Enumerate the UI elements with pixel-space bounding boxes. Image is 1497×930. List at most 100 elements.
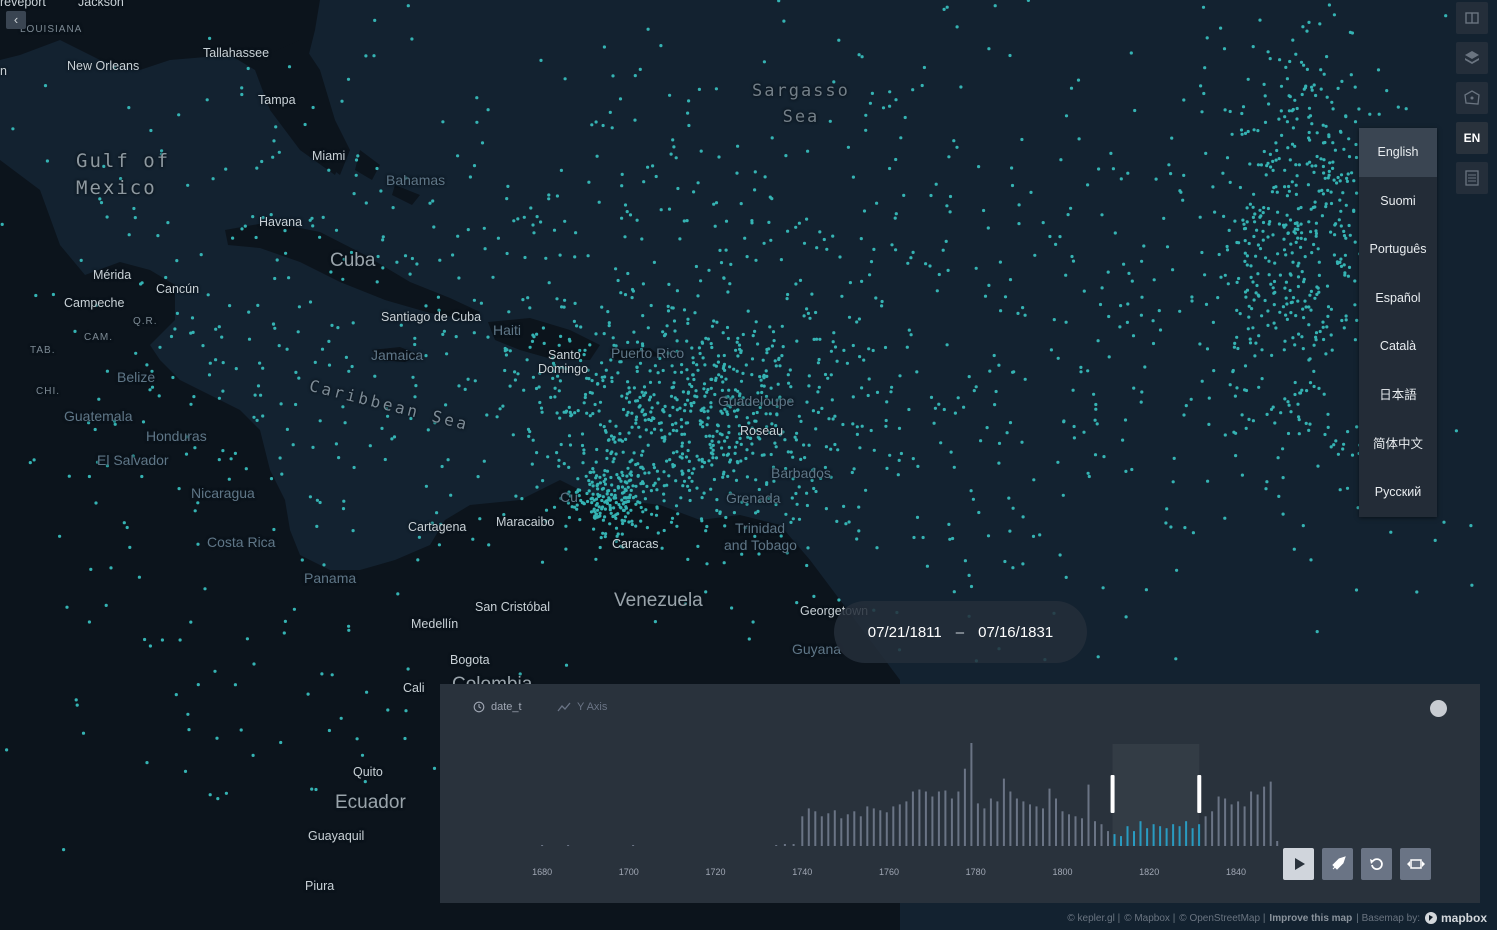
data-point — [1315, 630, 1319, 634]
data-point — [1140, 390, 1144, 394]
data-point — [726, 336, 731, 341]
language-option-suomi[interactable]: Suomi — [1359, 177, 1437, 226]
data-point — [1260, 377, 1264, 381]
draw-polygon-button[interactable] — [1456, 82, 1488, 114]
data-point — [799, 457, 803, 461]
data-point — [552, 228, 557, 232]
data-point — [806, 149, 810, 153]
data-point — [1261, 211, 1265, 215]
data-point — [722, 453, 726, 457]
data-point — [620, 491, 625, 495]
data-point — [1319, 87, 1323, 91]
data-point — [442, 329, 446, 333]
data-point — [1256, 272, 1260, 276]
language-label: EN — [1463, 131, 1481, 145]
place-label-cuba: Cuba — [330, 250, 376, 271]
language-option-catala[interactable]: Català — [1359, 322, 1437, 371]
map-stage[interactable]: reveport Jackson LOUISIANA Tallahassee New O… — [0, 0, 1497, 930]
data-point — [615, 473, 619, 477]
reset-button[interactable] — [1361, 848, 1392, 880]
split-map-button[interactable] — [1456, 2, 1488, 34]
x-tick-label: 1780 — [966, 867, 986, 877]
data-point — [525, 358, 529, 362]
language-option-portugues[interactable]: Português — [1359, 225, 1437, 274]
data-point — [640, 453, 644, 457]
data-point — [375, 280, 379, 284]
histogram-bar — [905, 801, 908, 846]
osm-attribution-link[interactable]: © OpenStreetMap | — [1179, 913, 1265, 924]
data-point — [714, 87, 719, 91]
speed-button[interactable] — [1322, 848, 1353, 880]
data-point — [807, 443, 811, 447]
data-point — [603, 429, 608, 433]
data-point — [1252, 234, 1256, 239]
data-point — [1256, 243, 1260, 247]
data-point — [555, 297, 559, 301]
data-point — [1100, 213, 1104, 217]
data-point — [807, 374, 811, 378]
draw-polygon-icon — [1464, 90, 1480, 105]
data-point — [1169, 525, 1173, 529]
selection-handle-right[interactable] — [1197, 775, 1202, 813]
data-point — [1376, 68, 1381, 72]
data-point — [944, 239, 948, 243]
data-point — [670, 516, 675, 520]
data-point — [747, 637, 751, 641]
language-option-chinese[interactable]: 简体中文 — [1359, 420, 1437, 469]
data-point — [1298, 391, 1303, 395]
data-point — [769, 452, 773, 457]
data-point — [730, 606, 734, 610]
data-point — [563, 298, 567, 302]
data-point — [662, 492, 666, 496]
kepler-attribution-link[interactable]: © kepler.gl | — [1067, 913, 1120, 924]
legend-button[interactable] — [1456, 162, 1488, 194]
play-button[interactable] — [1283, 848, 1314, 880]
data-point — [594, 460, 598, 464]
data-point — [636, 473, 640, 478]
data-point — [786, 229, 790, 233]
data-point — [724, 377, 728, 381]
data-point — [1309, 308, 1313, 312]
data-point — [596, 382, 600, 386]
layer-stack-button[interactable] — [1456, 42, 1488, 74]
mapbox-attribution-link[interactable]: © Mapbox | — [1124, 913, 1175, 924]
language-option-espanol[interactable]: Español — [1359, 274, 1437, 323]
improve-map-link[interactable]: Improve this map — [1269, 913, 1352, 924]
data-point — [507, 310, 511, 314]
data-point — [1318, 329, 1322, 334]
animation-window-button[interactable] — [1400, 848, 1431, 880]
selection-window[interactable] — [1112, 744, 1200, 846]
data-point — [416, 558, 420, 562]
data-point — [1041, 221, 1045, 225]
collapse-sidebar-button[interactable]: ‹ — [6, 11, 26, 29]
data-point — [609, 493, 614, 497]
data-point — [1133, 108, 1137, 113]
data-point — [310, 216, 314, 220]
data-point — [602, 425, 606, 429]
data-point — [963, 559, 968, 563]
language-option-japanese[interactable]: 日本語 — [1359, 371, 1437, 420]
data-point — [992, 353, 996, 358]
data-point — [652, 466, 657, 470]
mapbox-logo[interactable]: mapbox — [1424, 911, 1487, 925]
data-point — [557, 343, 561, 347]
data-point — [773, 359, 777, 363]
selection-handle-left[interactable] — [1110, 775, 1115, 813]
data-point — [214, 358, 218, 362]
data-point — [58, 534, 62, 538]
data-point — [1276, 252, 1280, 256]
data-point — [955, 25, 959, 29]
data-point — [1355, 191, 1359, 195]
data-point — [952, 590, 956, 594]
data-point — [438, 258, 442, 262]
language-button[interactable]: EN — [1456, 122, 1488, 154]
data-point — [1082, 289, 1086, 293]
data-point — [148, 388, 152, 392]
data-point — [206, 293, 210, 297]
data-point — [753, 170, 757, 174]
data-point — [897, 458, 901, 462]
language-option-russian[interactable]: Русский — [1359, 468, 1437, 517]
language-option-english[interactable]: English — [1359, 128, 1437, 177]
data-point — [789, 450, 793, 454]
histogram-bar — [1094, 821, 1096, 846]
